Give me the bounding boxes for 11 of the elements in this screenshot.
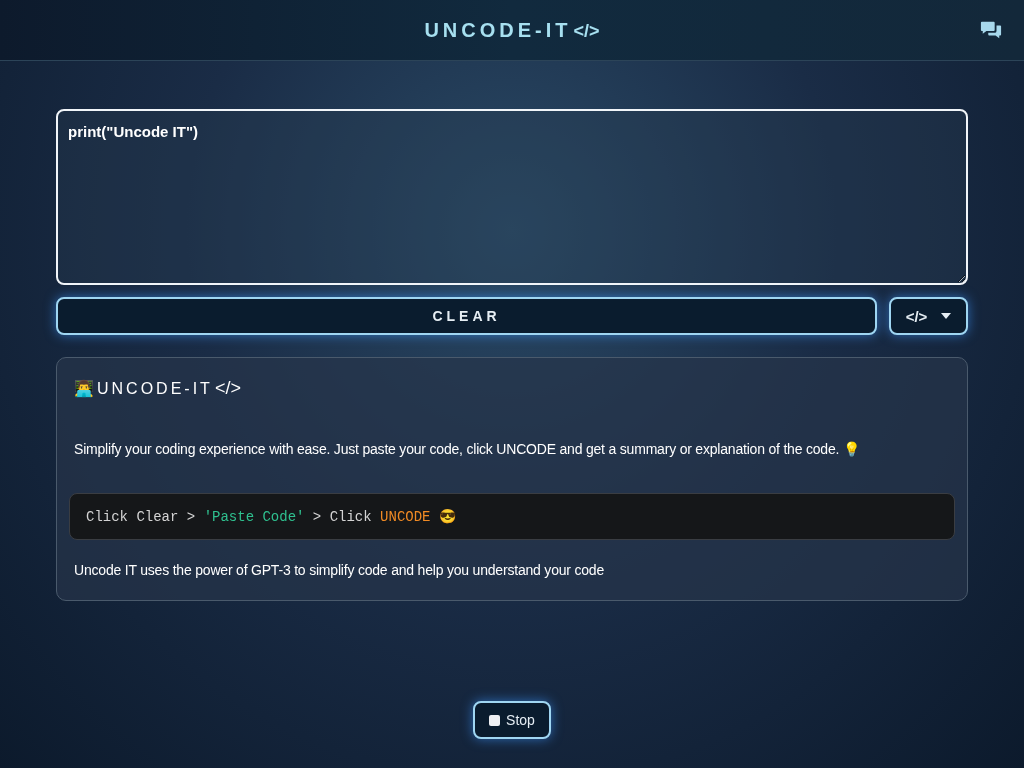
card-title: 👨‍💻UNCODE-IT</> [74,378,242,399]
app-title: UNCODE-IT</> [424,18,600,42]
stop-button[interactable]: Stop [473,701,551,739]
code-input-field[interactable]: print("Uncode IT") [56,109,968,285]
intro-text: Simplify your coding experience with ease. Just paste your code, click UNCODE and get a summary or explanation of the code. 💡 [74,441,861,457]
clear-button[interactable]: CLEAR [56,297,877,335]
chat-icon[interactable] [980,19,1002,41]
language-select[interactable]: </> [889,297,968,335]
description-text: Uncode IT uses the power of GPT-3 to simplify code and help you understand your code [74,562,606,578]
caret-icon [941,313,952,319]
code-block: Click Clear > 'Paste Code' > Click UNCODE 😎 [69,493,955,540]
